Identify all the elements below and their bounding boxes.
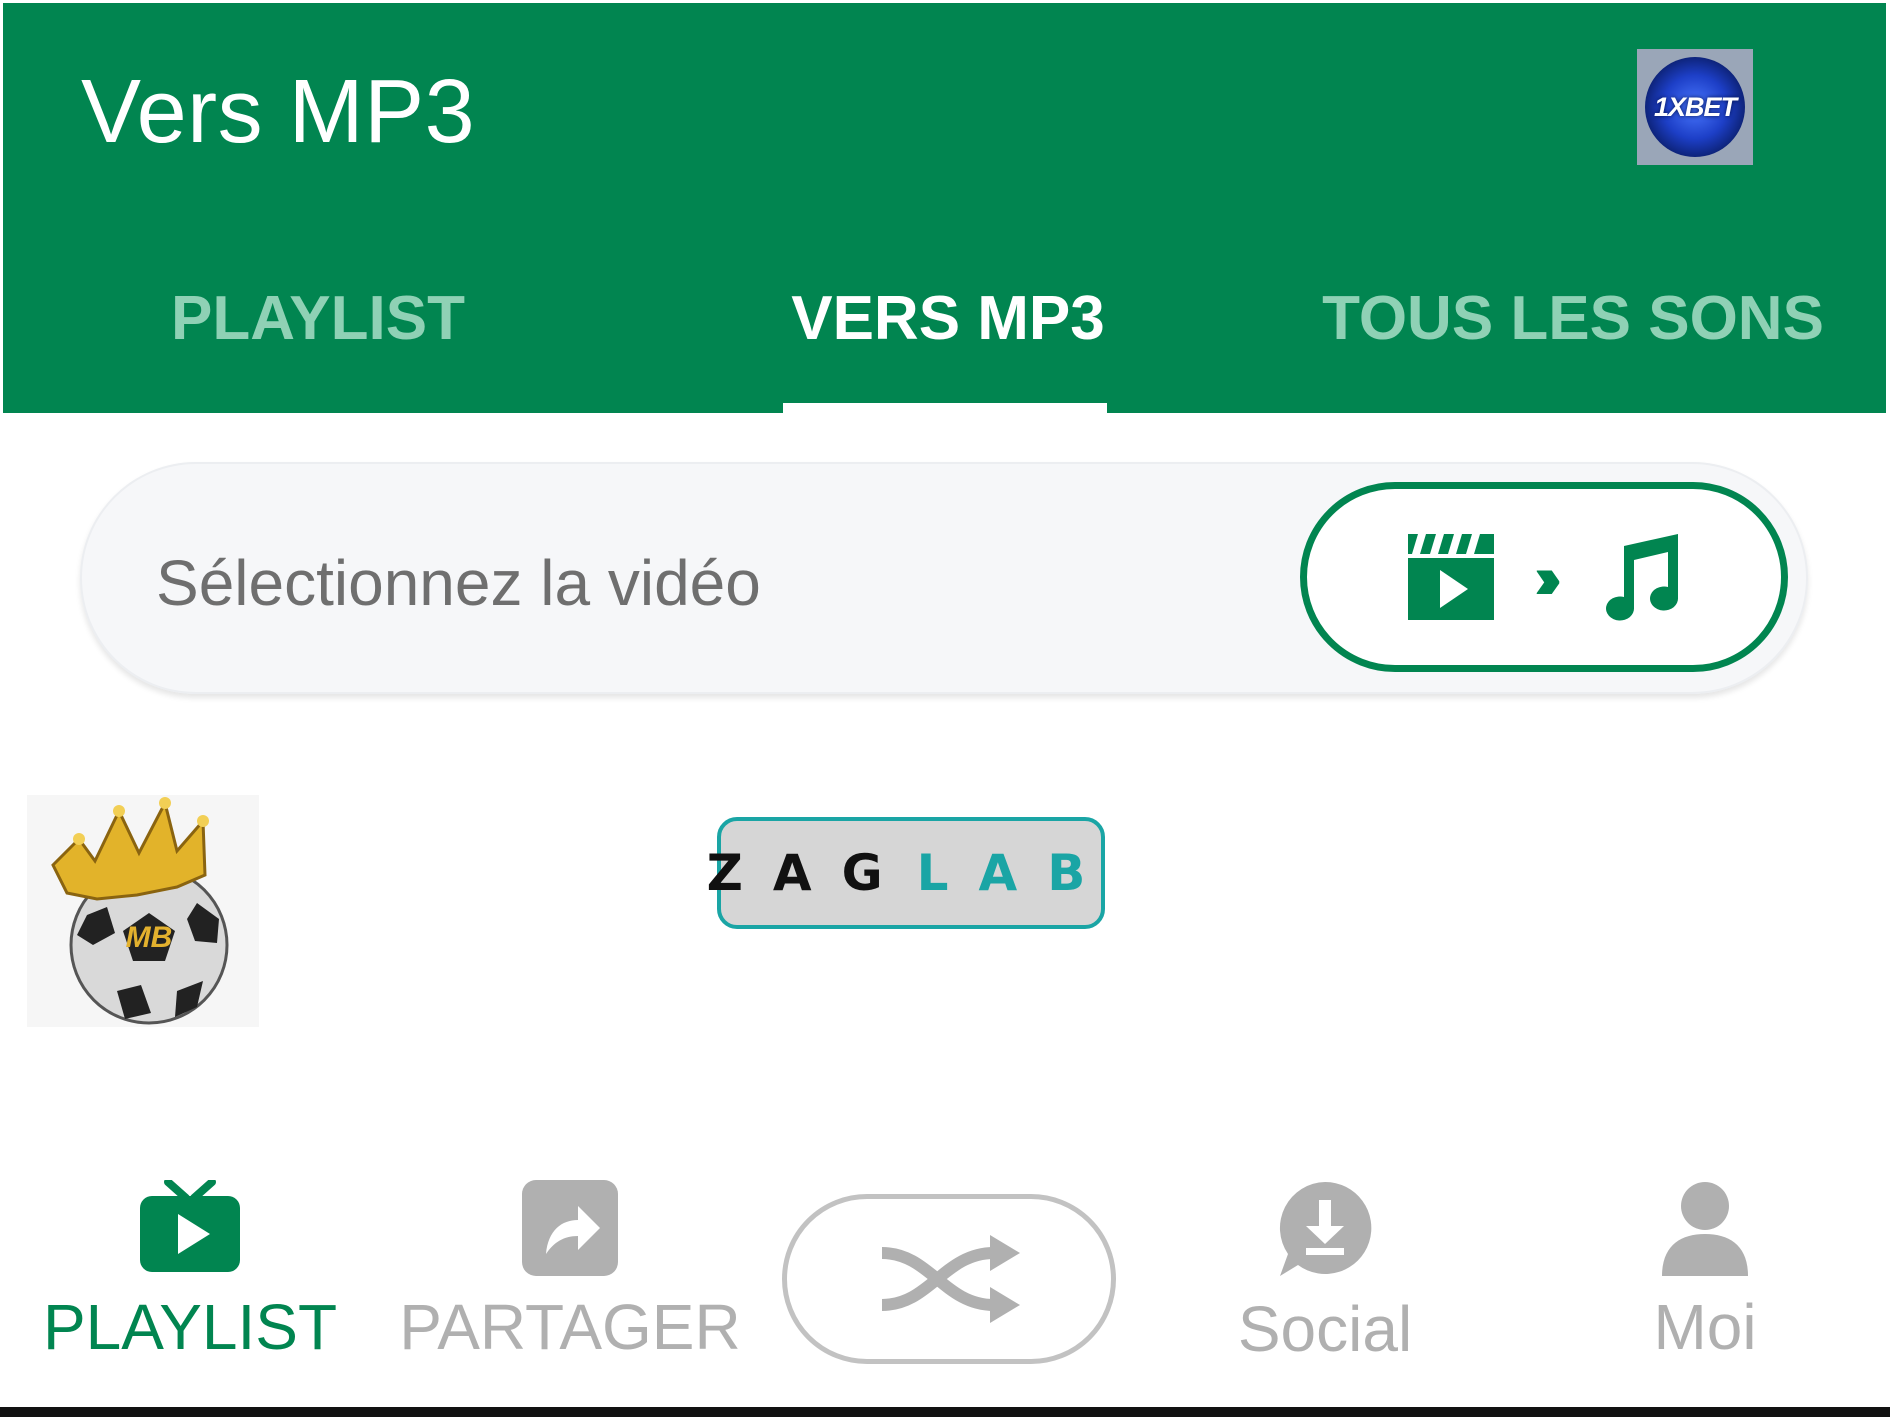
- mb-ball-logo[interactable]: MB: [27, 795, 259, 1027]
- nav-social-label: Social: [1237, 1293, 1413, 1365]
- crown-football-icon: MB: [51, 797, 229, 1025]
- shuffle-icon: [881, 1235, 1020, 1323]
- select-video-bar[interactable]: Sélectionnez la vidéo ›››: [80, 462, 1808, 694]
- ad-badge-logo: 1XBET: [1645, 57, 1745, 157]
- person-icon: [1662, 1182, 1748, 1276]
- app-header: Vers MP3 1XBET PLAYLIST VERS MP3 TOUS LE…: [3, 3, 1886, 413]
- nav-moi[interactable]: Moi: [1620, 1180, 1790, 1364]
- zaglab-logo-part2: LAB: [916, 844, 1116, 902]
- zaglab-logo[interactable]: ZAG LAB: [707, 817, 1105, 929]
- tab-tous-les-sons[interactable]: TOUS LES SONS: [1293, 283, 1853, 354]
- tv-play-icon: [140, 1180, 240, 1272]
- tab-bar: PLAYLIST VERS MP3 TOUS LES SONS: [3, 253, 1886, 413]
- chevrons-right-icon: ›››: [1534, 543, 1562, 611]
- tab-playlist[interactable]: PLAYLIST: [103, 283, 533, 354]
- mb-logo-text: MB: [126, 921, 173, 954]
- music-note-icon: [1605, 534, 1678, 621]
- nav-moi-label: Moi: [1653, 1291, 1757, 1363]
- active-tab-indicator: [783, 403, 1107, 413]
- share-icon: [522, 1180, 618, 1276]
- convert-to-mp3-button[interactable]: ›››: [1300, 482, 1788, 672]
- nav-playlist-label: PLAYLIST: [42, 1291, 338, 1363]
- nav-playlist[interactable]: PLAYLIST: [20, 1180, 360, 1364]
- nav-social[interactable]: Social: [1200, 1180, 1450, 1366]
- shuffle-button[interactable]: [782, 1194, 1116, 1364]
- nav-partager-label: PARTAGER: [399, 1291, 741, 1363]
- bottom-navigation: PLAYLIST PARTAGER Social Moi: [0, 1180, 1890, 1410]
- nav-partager[interactable]: PARTAGER: [399, 1180, 741, 1364]
- ad-badge-text: 1XBET: [1653, 91, 1737, 122]
- zaglab-logo-part1: ZAG: [706, 844, 913, 902]
- video-clapper-icon: [1408, 534, 1495, 620]
- select-video-label: Sélectionnez la vidéo: [156, 547, 761, 619]
- system-bottom-bar: [0, 1407, 1890, 1417]
- ad-badge[interactable]: 1XBET: [1637, 49, 1753, 165]
- app-title: Vers MP3: [81, 62, 476, 162]
- tab-vers-mp3[interactable]: VERS MP3: [733, 283, 1163, 354]
- download-chat-icon: [1279, 1181, 1372, 1276]
